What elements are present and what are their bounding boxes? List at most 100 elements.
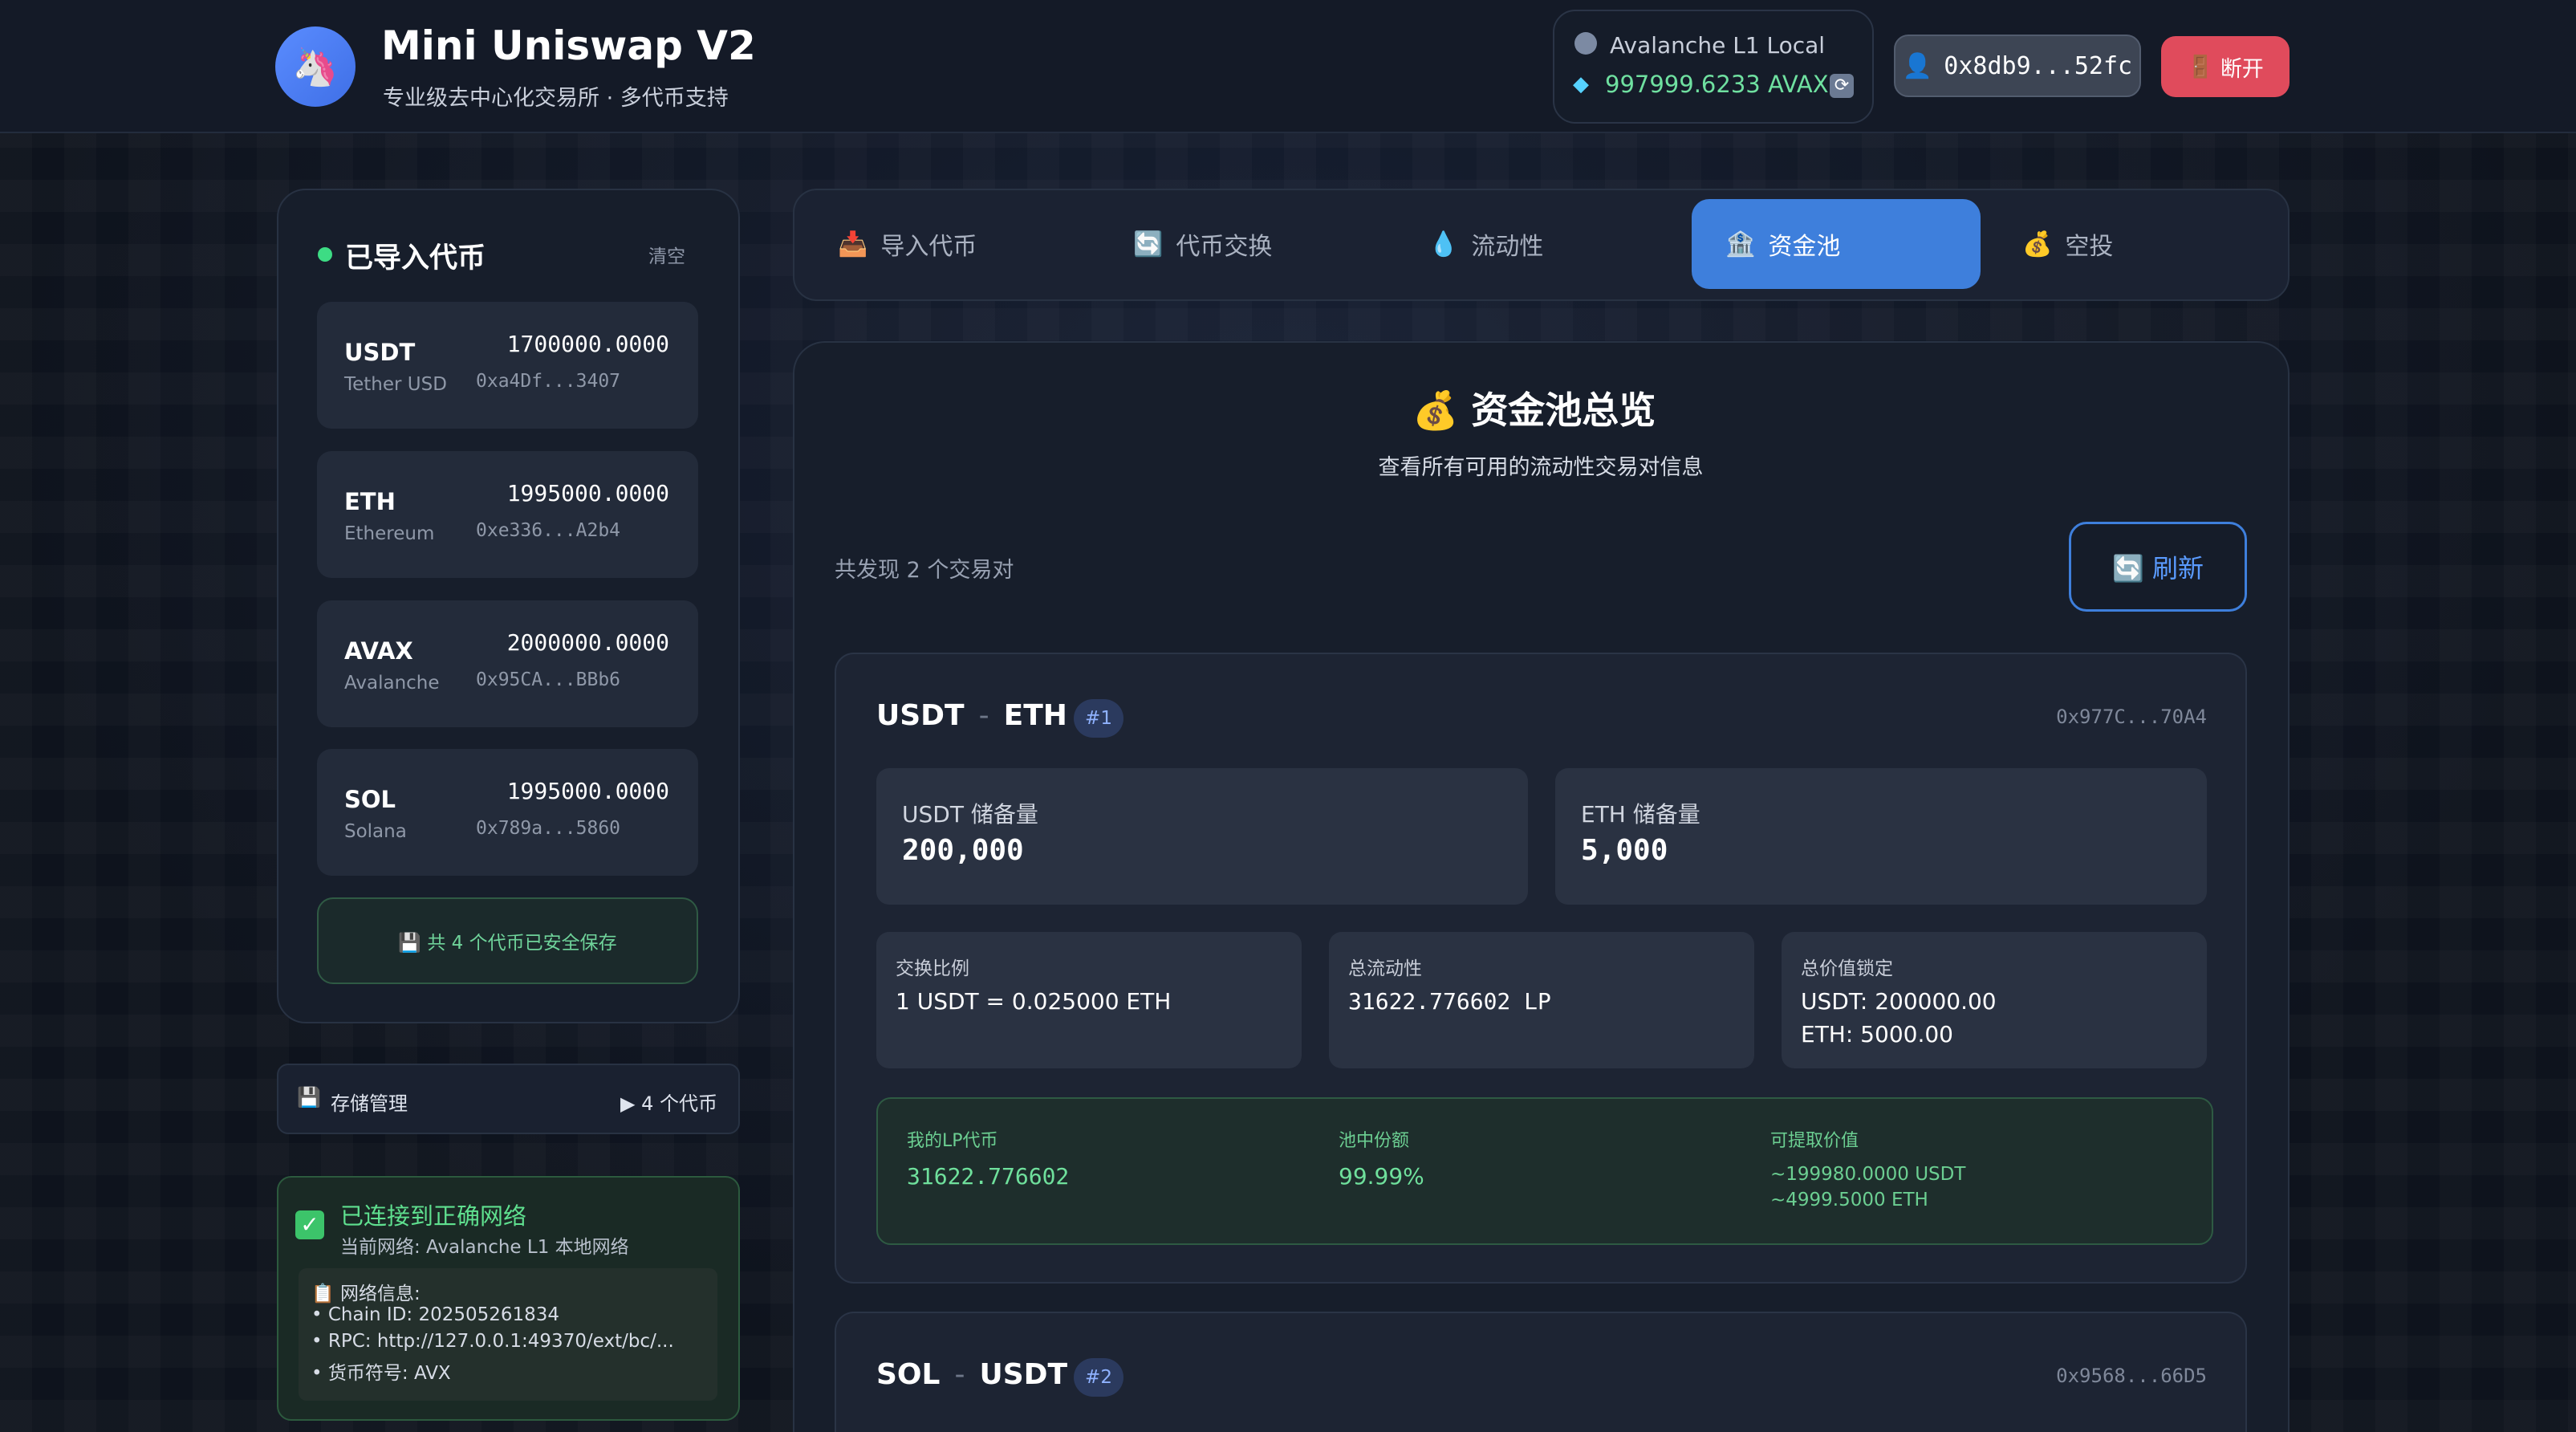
app-subtitle: 专业级去中心化交易所 · 多代币支持 — [383, 86, 729, 111]
user-icon: 👤 — [1902, 51, 1933, 80]
network-status-box — [1553, 10, 1874, 124]
token-name: Ethereum — [344, 523, 435, 544]
disconnect-button[interactable]: 🚪 断开 — [2161, 36, 2290, 97]
token-balance: 1995000.0000 — [506, 480, 669, 506]
wallet-balance: 997999.6233 AVAX — [1605, 71, 1829, 98]
clear-tokens-button[interactable]: 清空 — [648, 241, 685, 268]
pool-address[interactable]: 0x9568...66D5 — [2056, 1365, 2207, 1387]
total-liquidity-box: 总流动性 31622.776602 LP — [1329, 932, 1754, 1068]
reserve-a-label: USDT 储备量 — [902, 801, 1038, 828]
pool-token-a: SOL — [876, 1358, 941, 1391]
exchange-rate-label: 交换比例 — [896, 958, 969, 979]
token-card-sol[interactable]: SOL 1995000.0000 Solana 0x789a...5860 — [317, 749, 698, 876]
withdrawable-column: 可提取价值 ~199980.0000 USDT ~4999.5000 ETH — [1770, 1126, 1965, 1213]
token-card-eth[interactable]: ETH 1995000.0000 Ethereum 0xe336...A2b4 — [317, 451, 698, 578]
tvl-value: USDT: 200000.00 ETH: 5000.00 — [1801, 985, 1997, 1051]
pool-id-badge: #1 — [1074, 699, 1123, 738]
tab-label: 流动性 — [1471, 233, 1544, 261]
tvl-token-b: ETH: 5000.00 — [1801, 1021, 1953, 1048]
withdrawable-values: ~199980.0000 USDT ~4999.5000 ETH — [1770, 1161, 1965, 1213]
tab-pools[interactable]: 🏦 资金池 — [1692, 199, 1981, 289]
withdrawable-token-b: ~4999.5000 ETH — [1770, 1190, 1928, 1210]
refresh-pools-button[interactable]: 🔄 刷新 — [2069, 522, 2247, 612]
diamond-icon: ◆ — [1573, 72, 1589, 96]
token-name: Avalanche — [344, 673, 440, 694]
token-symbol: SOL — [344, 786, 396, 813]
token-address: 0xe336...A2b4 — [476, 520, 621, 541]
storage-label: 存储管理 — [331, 1092, 408, 1115]
pools-overview-title: 💰 资金池总览 — [1412, 389, 1656, 432]
inbox-icon: 📥 — [838, 230, 868, 258]
token-address: 0x95CA...BBb6 — [476, 669, 621, 690]
tab-airdrop[interactable]: 💰 空投 — [1989, 199, 2269, 289]
tokens-saved-note: 💾 共 4 个代币已安全保存 — [317, 897, 698, 984]
reserve-a-box: USDT 储备量 200,000 — [876, 768, 1528, 905]
status-dot-icon — [318, 247, 332, 262]
network-info-currency: • 货币符号: AVX — [311, 1363, 451, 1384]
refresh-balance-icon[interactable]: ⟳ — [1830, 74, 1854, 98]
app-title: Mini Uniswap V2 — [381, 22, 756, 69]
swap-icon: 🔄 — [1133, 230, 1164, 258]
tvl-token-a: USDT: 200000.00 — [1801, 988, 1997, 1015]
pool-pair-name: SOL - USDT — [876, 1358, 1067, 1391]
pair-count: 共发现 2 个交易对 — [835, 558, 1014, 583]
network-info-heading: 📋 网络信息: — [311, 1284, 421, 1304]
pool-card: USDT - ETH #1 0x977C...70A4 USDT 储备量 200… — [835, 653, 2247, 1284]
token-name: Tether USD — [344, 374, 447, 395]
my-lp-column: 我的LP代币 31622.776602 — [907, 1126, 1069, 1190]
network-info-rpc: • RPC: http://127.0.0.1:49370/ext/bc/... — [311, 1331, 674, 1352]
exchange-rate-value: 1 USDT = 0.025000 ETH — [896, 988, 1172, 1015]
pools-overview-subtitle: 查看所有可用的流动性交易对信息 — [1378, 455, 1704, 480]
tab-label: 代币交换 — [1176, 233, 1273, 261]
total-liquidity-value: 31622.776602 LP — [1348, 988, 1551, 1015]
token-symbol: AVAX — [344, 637, 413, 665]
pair-separator: - — [954, 1358, 965, 1391]
imported-tokens-title: 已导入代币 — [345, 242, 486, 275]
wallet-address-button[interactable]: 👤 0x8db9...52fc — [1894, 35, 2141, 97]
token-card-usdt[interactable]: USDT 1700000.0000 Tether USD 0xa4Df...34… — [317, 302, 698, 429]
pool-address[interactable]: 0x977C...70A4 — [2056, 706, 2207, 728]
pool-id-badge: #2 — [1074, 1358, 1123, 1397]
pool-share-column: 池中份额 99.99% — [1339, 1126, 1424, 1190]
reserve-b-label: ETH 储备量 — [1581, 801, 1700, 828]
tab-import-tokens[interactable]: 📥 导入代币 — [804, 199, 1077, 289]
token-balance: 1700000.0000 — [506, 331, 669, 357]
network-info-box: 📋 网络信息: • Chain ID: 202505261834 • RPC: … — [299, 1268, 717, 1401]
tab-label: 空投 — [2065, 233, 2114, 261]
pool-token-b: ETH — [1003, 699, 1067, 732]
tvl-box: 总价值锁定 USDT: 200000.00 ETH: 5000.00 — [1782, 932, 2207, 1068]
my-lp-position: 我的LP代币 31622.776602 池中份额 99.99% 可提取价值 ~1… — [876, 1097, 2213, 1245]
tab-token-swap[interactable]: 🔄 代币交换 — [1099, 199, 1372, 289]
network-info-chain-id: • Chain ID: 202505261834 — [311, 1304, 560, 1325]
token-card-avax[interactable]: AVAX 2000000.0000 Avalanche 0x95CA...BBb… — [317, 600, 698, 727]
token-symbol: USDT — [344, 339, 416, 366]
tab-label: 资金池 — [1768, 233, 1841, 261]
disconnect-label: 断开 — [2220, 56, 2264, 82]
pool-token-a: USDT — [876, 699, 965, 732]
network-ok-title: 已连接到正确网络 — [340, 1202, 527, 1230]
unicorn-logo-icon: 🦄 — [275, 26, 356, 107]
token-symbol: ETH — [344, 488, 396, 515]
my-lp-value: 31622.776602 — [907, 1163, 1070, 1190]
wallet-address: 0x8db9...52fc — [1944, 51, 2133, 80]
exchange-rate-box: 交换比例 1 USDT = 0.025000 ETH — [876, 932, 1302, 1068]
door-icon: 🚪 — [2187, 55, 2214, 79]
token-balance: 2000000.0000 — [506, 629, 669, 656]
token-name: Solana — [344, 821, 407, 842]
token-address: 0xa4Df...3407 — [476, 371, 621, 392]
network-ok-subtitle: 当前网络: Avalanche L1 本地网络 — [340, 1237, 629, 1258]
token-balance: 1995000.0000 — [506, 778, 669, 804]
pool-share-value: 99.99% — [1339, 1163, 1424, 1190]
pair-separator: - — [978, 699, 989, 732]
floppy-disk-icon: 💾 — [297, 1086, 321, 1109]
withdrawable-label: 可提取价值 — [1770, 1131, 1859, 1151]
pool-card: SOL - USDT #2 0x9568...66D5 — [835, 1312, 2247, 1432]
tab-label: 导入代币 — [880, 233, 977, 261]
pool-pair-name: USDT - ETH — [876, 699, 1067, 732]
tvl-label: 总价值锁定 — [1801, 958, 1893, 979]
storage-token-count: ▶ 4 个代币 — [620, 1092, 717, 1115]
total-liquidity-label: 总流动性 — [1348, 958, 1422, 979]
reserve-b-box: ETH 储备量 5,000 — [1555, 768, 2207, 905]
globe-icon — [1574, 32, 1597, 55]
tab-liquidity[interactable]: 💧 流动性 — [1395, 199, 1668, 289]
